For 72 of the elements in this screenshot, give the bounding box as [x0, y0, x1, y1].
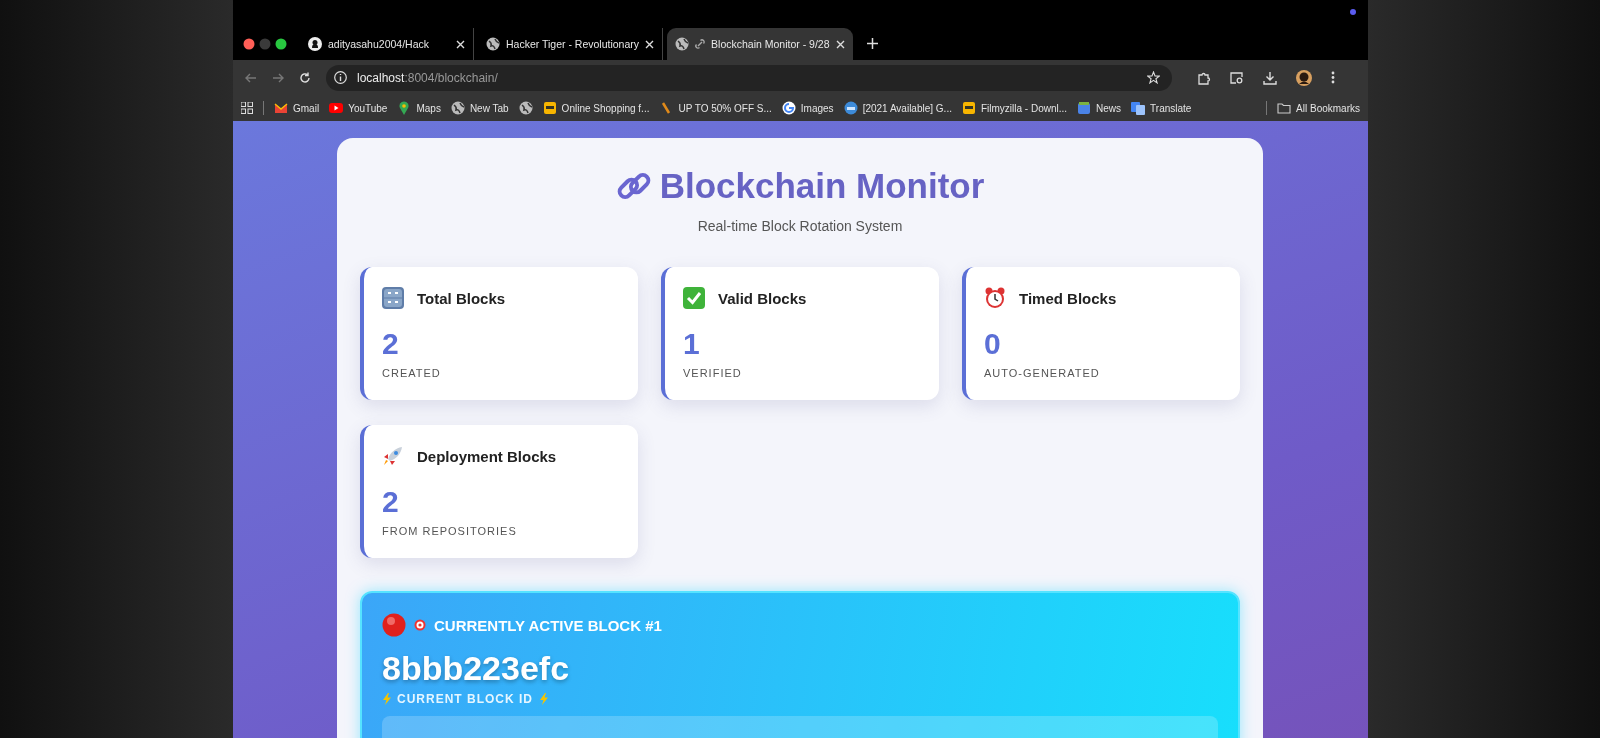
- stat-value: 0: [984, 327, 1002, 361]
- window-controls-drawing[interactable]: [243, 38, 287, 50]
- github-icon: [308, 37, 322, 51]
- keypad-icon: [382, 287, 404, 309]
- block-id: 8bbb223efc: [382, 649, 571, 688]
- link-icon: [695, 39, 706, 49]
- bookmark[interactable]: YouTube: [329, 101, 388, 115]
- close-icon[interactable]: [456, 39, 465, 49]
- alarm-clock-icon: [984, 287, 1006, 309]
- bookmark[interactable]: Maps: [397, 101, 441, 115]
- reload-icon[interactable]: [299, 71, 311, 84]
- bookmark[interactable]: New Tab: [450, 101, 509, 115]
- bookmark[interactable]: [2021 Available] G...: [843, 101, 952, 115]
- close-icon[interactable]: [645, 39, 655, 49]
- back-icon[interactable]: [245, 71, 257, 84]
- tile-icon: [961, 101, 976, 115]
- avatar-icon[interactable]: [1296, 69, 1312, 86]
- browser-tab[interactable]: Blockchain Monitor - 9/28: [667, 28, 853, 60]
- globe-icon: [675, 37, 690, 51]
- bookmark[interactable]: Online Shopping f...: [542, 101, 650, 115]
- checkmark-icon: [683, 287, 705, 309]
- globe-icon: [486, 37, 500, 51]
- stat-caption: FROM REPOSITORIES: [382, 525, 518, 537]
- video-icon: [329, 101, 344, 115]
- info-icon[interactable]: [334, 71, 347, 84]
- bookmark[interactable]: Images: [781, 101, 834, 115]
- apps-grid-icon[interactable]: [241, 102, 253, 114]
- globe-icon: [518, 101, 533, 115]
- close-icon[interactable]: [835, 39, 845, 49]
- tile-icon: [542, 101, 557, 115]
- stat-caption: VERIFIED: [683, 367, 743, 379]
- status-dot-icon: [382, 613, 406, 637]
- bookmark[interactable]: UP TO 50% OFF S...: [659, 101, 772, 115]
- notification-dot-icon: [1350, 9, 1356, 15]
- lightning-icon: [539, 693, 548, 705]
- bookmark[interactable]: Translate: [1131, 101, 1192, 115]
- folder-icon: [1277, 102, 1292, 114]
- menu-icon[interactable]: [1331, 71, 1335, 84]
- page-title: Blockchain Monitor: [659, 166, 985, 206]
- stat-caption: CREATED: [382, 367, 442, 379]
- bookmark[interactable]: Filmyzilla - Downl...: [961, 101, 1068, 115]
- bookmark[interactable]: News: [1077, 101, 1122, 115]
- stat-label: Valid Blocks: [718, 289, 807, 307]
- rocket-icon: [382, 445, 404, 467]
- mail-icon: [274, 101, 288, 115]
- screen-search-icon[interactable]: [1230, 70, 1244, 85]
- g-circle-icon: [781, 101, 796, 115]
- translate-icon: [1131, 101, 1146, 115]
- stat-caption: AUTO-GENERATED: [984, 367, 1101, 379]
- stat-value: 1: [683, 327, 701, 361]
- star-icon[interactable]: [1147, 71, 1160, 84]
- badge-icon: [843, 101, 858, 115]
- new-tab-icon[interactable]: [866, 38, 878, 49]
- target-icon: [414, 619, 426, 631]
- bookmark[interactable]: Gmail: [274, 101, 320, 115]
- stat-label: Deployment Blocks: [417, 447, 557, 465]
- forward-icon[interactable]: [272, 71, 284, 84]
- stat-value: 2: [382, 327, 400, 361]
- block-id-caption: CURRENT BLOCK ID: [397, 692, 533, 706]
- bookmark-folder[interactable]: All Bookmarks: [1277, 102, 1360, 114]
- page-subtitle: Real-time Block Rotation System: [696, 218, 904, 234]
- stat-value: 2: [382, 485, 400, 519]
- active-block-heading: CURRENTLY ACTIVE BLOCK #1: [434, 616, 662, 634]
- lightning-icon: [382, 693, 391, 705]
- globe-icon: [450, 101, 465, 115]
- news-icon: [1077, 101, 1092, 115]
- download-icon[interactable]: [1263, 70, 1277, 85]
- address-bar[interactable]: localhost:8004/blockchain/: [326, 64, 1172, 91]
- stat-label: Total Blocks: [417, 289, 506, 307]
- bookmark[interactable]: [518, 101, 533, 115]
- stat-label: Timed Blocks: [1019, 289, 1117, 307]
- puzzle-icon[interactable]: [1197, 70, 1211, 85]
